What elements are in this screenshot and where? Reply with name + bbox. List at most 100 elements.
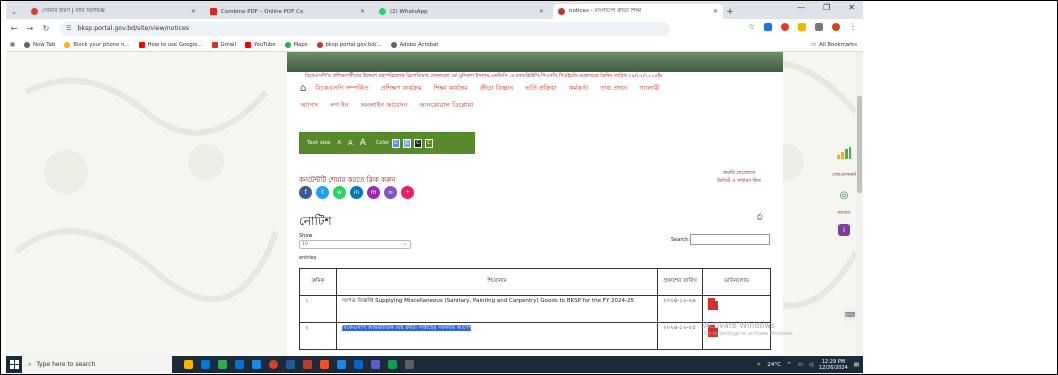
taskbar-app-icon[interactable] bbox=[201, 360, 210, 369]
address-bar[interactable]: ☰ bksp.portal.gov.bd/site/view/notices bbox=[60, 21, 670, 36]
scrolling-news[interactable]: বিকেএসপি'র প্রশিক্ষণার্থীদের উদ্দেশে মহা… bbox=[287, 72, 783, 80]
menu-item[interactable]: অ্যাপস bbox=[300, 100, 318, 111]
title-link[interactable]: দরপত্র বিজ্ঞপ্তি Supplying Miscellaneous… bbox=[336, 295, 658, 323]
taskbar-app-icon[interactable] bbox=[218, 360, 227, 369]
bookmark-item[interactable]: bksp.portal.gov.bd/... bbox=[316, 41, 382, 48]
column-header[interactable]: ক্রমিক bbox=[299, 268, 337, 296]
notification-icon[interactable]: ▤ bbox=[854, 362, 859, 368]
text-size-large-button[interactable]: A bbox=[360, 138, 366, 148]
taskbar-app-icon[interactable] bbox=[184, 360, 193, 369]
tab-close-icon[interactable]: ✕ bbox=[191, 8, 196, 15]
teams-icon[interactable] bbox=[371, 360, 380, 369]
home-icon[interactable]: ⌂ bbox=[300, 83, 306, 94]
chrome-icon[interactable] bbox=[269, 360, 278, 369]
taskbar-search-box[interactable]: ⌕ Type here to search bbox=[22, 356, 172, 373]
taskbar-app-icon[interactable] bbox=[388, 360, 397, 369]
title-link[interactable]: বিকেএসপি আন্তর্জাতিক বিশ্ব ক্রীড়া সপ্তা… bbox=[342, 325, 472, 331]
taskbar-app-icon[interactable] bbox=[252, 360, 261, 369]
extensions-puzzle-icon[interactable] bbox=[815, 22, 823, 31]
messenger-icon[interactable]: m bbox=[367, 186, 380, 199]
all-bookmarks-button[interactable]: ▭ All Bookmarks bbox=[811, 38, 857, 52]
network-icon[interactable]: ▭ bbox=[798, 362, 803, 368]
info-icon[interactable]: i bbox=[832, 224, 856, 236]
volume-icon[interactable]: ◁ bbox=[809, 362, 813, 368]
color-option-button[interactable]: C bbox=[403, 138, 411, 148]
pdf-icon[interactable] bbox=[708, 298, 718, 310]
tab-search-icon[interactable]: ⌄ bbox=[6, 4, 22, 19]
bookmark-item[interactable]: How to use Google... bbox=[138, 41, 203, 48]
menu-item[interactable]: অনলাইন আবেদন bbox=[361, 100, 408, 111]
text-size-medium-button[interactable]: A bbox=[348, 139, 353, 147]
column-header[interactable]: শিরোনাম bbox=[336, 268, 658, 296]
clock[interactable]: 12:29 PM 12/26/2024 bbox=[819, 359, 848, 371]
bookmark-item[interactable]: New Tab bbox=[24, 41, 55, 48]
bookmark-item[interactable]: Adobe Acrobat bbox=[390, 41, 438, 48]
bookmark-item[interactable]: YouTube bbox=[245, 41, 276, 48]
taskbar-app-icon[interactable] bbox=[235, 360, 244, 369]
menu-item[interactable]: কর্মকর্তা bbox=[569, 83, 588, 94]
tab-4-active[interactable]: notices - বাংলাদেশ ক্রীড়া শিক্ষা ✕ bbox=[553, 4, 723, 19]
page-size-select[interactable]: 10 ⌄ bbox=[299, 240, 411, 249]
bookmark-item[interactable]: Gmail bbox=[211, 41, 236, 48]
menu-item[interactable]: লগ ইন bbox=[330, 100, 348, 111]
menu-item[interactable]: আনকোরাল ডিপ্লোমা bbox=[419, 100, 473, 111]
maximize-icon[interactable]: ❐ bbox=[823, 3, 830, 12]
close-window-icon[interactable]: ✕ bbox=[848, 3, 855, 12]
tab-close-icon[interactable]: ✕ bbox=[360, 8, 365, 15]
search-input[interactable] bbox=[690, 234, 770, 245]
taskbar-app-icon[interactable] bbox=[337, 360, 346, 369]
whatsapp-icon[interactable]: w bbox=[333, 186, 346, 199]
taskbar-app-icon[interactable] bbox=[354, 360, 363, 369]
menu-item[interactable]: প্রশিক্ষণ কার্যক্রম bbox=[381, 83, 422, 94]
minimize-icon[interactable]: — bbox=[797, 3, 805, 12]
star-icon[interactable]: ☆ bbox=[748, 22, 755, 31]
menu-item[interactable]: গ্যালারী bbox=[639, 83, 659, 94]
site-info-icon[interactable]: ☰ bbox=[66, 25, 72, 32]
menu-kebab-icon[interactable]: ⋮ bbox=[849, 22, 857, 31]
print-icon[interactable]: ⎙ bbox=[757, 213, 763, 222]
tab-close-icon[interactable]: ✕ bbox=[713, 8, 718, 15]
menu-item[interactable]: ক্রীড়া বিজ্ঞান bbox=[480, 83, 513, 94]
extension-icon[interactable] bbox=[764, 22, 772, 31]
linkedin-icon[interactable]: in bbox=[350, 186, 363, 199]
windows-start-icon[interactable] bbox=[6, 356, 22, 373]
link-icon[interactable]: ∞ bbox=[384, 186, 397, 199]
scrollbar-thumb[interactable] bbox=[857, 96, 862, 193]
side-info-link[interactable]: জরুরি প্রয়োজনে ভিজিট ও সাধারণ ফিড bbox=[717, 170, 761, 186]
taskbar-app-icon[interactable] bbox=[320, 360, 329, 369]
tab-1[interactable]: সোনার হরিণ | বাবি বিশেষজ্ঞ ✕ bbox=[26, 4, 201, 19]
menu-item[interactable]: শিক্ষা কার্যক্রম bbox=[434, 83, 468, 94]
reload-icon[interactable]: ↻ bbox=[38, 24, 54, 33]
tab-3[interactable]: (2) WhatsApp ✕ bbox=[374, 4, 549, 19]
service-link[interactable]: সেবাপ্রদানকারী bbox=[832, 172, 859, 179]
new-tab-icon[interactable]: + bbox=[723, 4, 737, 19]
bookmark-item[interactable]: Block your phone n... bbox=[64, 41, 130, 48]
menu-item[interactable]: তথ্য প্রদান bbox=[600, 83, 627, 94]
menu-item[interactable]: বিকেএসপি সম্পর্কিত bbox=[315, 83, 368, 94]
tab-close-icon[interactable]: ✕ bbox=[539, 8, 544, 15]
color-option-button[interactable]: C bbox=[414, 138, 422, 148]
extension-icon[interactable] bbox=[781, 22, 789, 31]
profile-avatar[interactable] bbox=[832, 22, 840, 31]
apps-grid-icon[interactable]: ▦ bbox=[10, 42, 15, 48]
taskbar-app-icon[interactable] bbox=[405, 360, 414, 369]
extension-icon[interactable] bbox=[798, 22, 806, 31]
weather-icon[interactable]: ☀ bbox=[756, 362, 761, 368]
signal-bars-icon[interactable] bbox=[832, 147, 856, 161]
text-size-small-button[interactable]: A bbox=[338, 140, 341, 146]
column-header[interactable]: ডাউনলোড bbox=[702, 268, 771, 296]
keyboard-icon[interactable]: ⌨ bbox=[843, 309, 857, 321]
column-header[interactable]: প্রকাশের তারিখ bbox=[657, 268, 703, 296]
word-icon[interactable] bbox=[286, 360, 295, 369]
weather-temp[interactable]: 24°C bbox=[767, 362, 781, 368]
tray-chevron-icon[interactable]: ^ bbox=[787, 362, 792, 368]
color-option-button[interactable]: C bbox=[425, 138, 433, 148]
menu-item[interactable]: ভর্তি প্রক্রিয়া bbox=[525, 83, 557, 94]
bookmark-item[interactable]: Maps bbox=[284, 41, 308, 48]
facebook-icon[interactable]: f bbox=[299, 186, 312, 199]
chat-icon[interactable]: ◎ bbox=[832, 190, 856, 201]
more-share-icon[interactable]: + bbox=[401, 186, 414, 199]
taskbar-app-icon[interactable] bbox=[303, 360, 312, 369]
back-icon[interactable]: ← bbox=[6, 24, 22, 33]
twitter-icon[interactable]: t bbox=[316, 186, 329, 199]
